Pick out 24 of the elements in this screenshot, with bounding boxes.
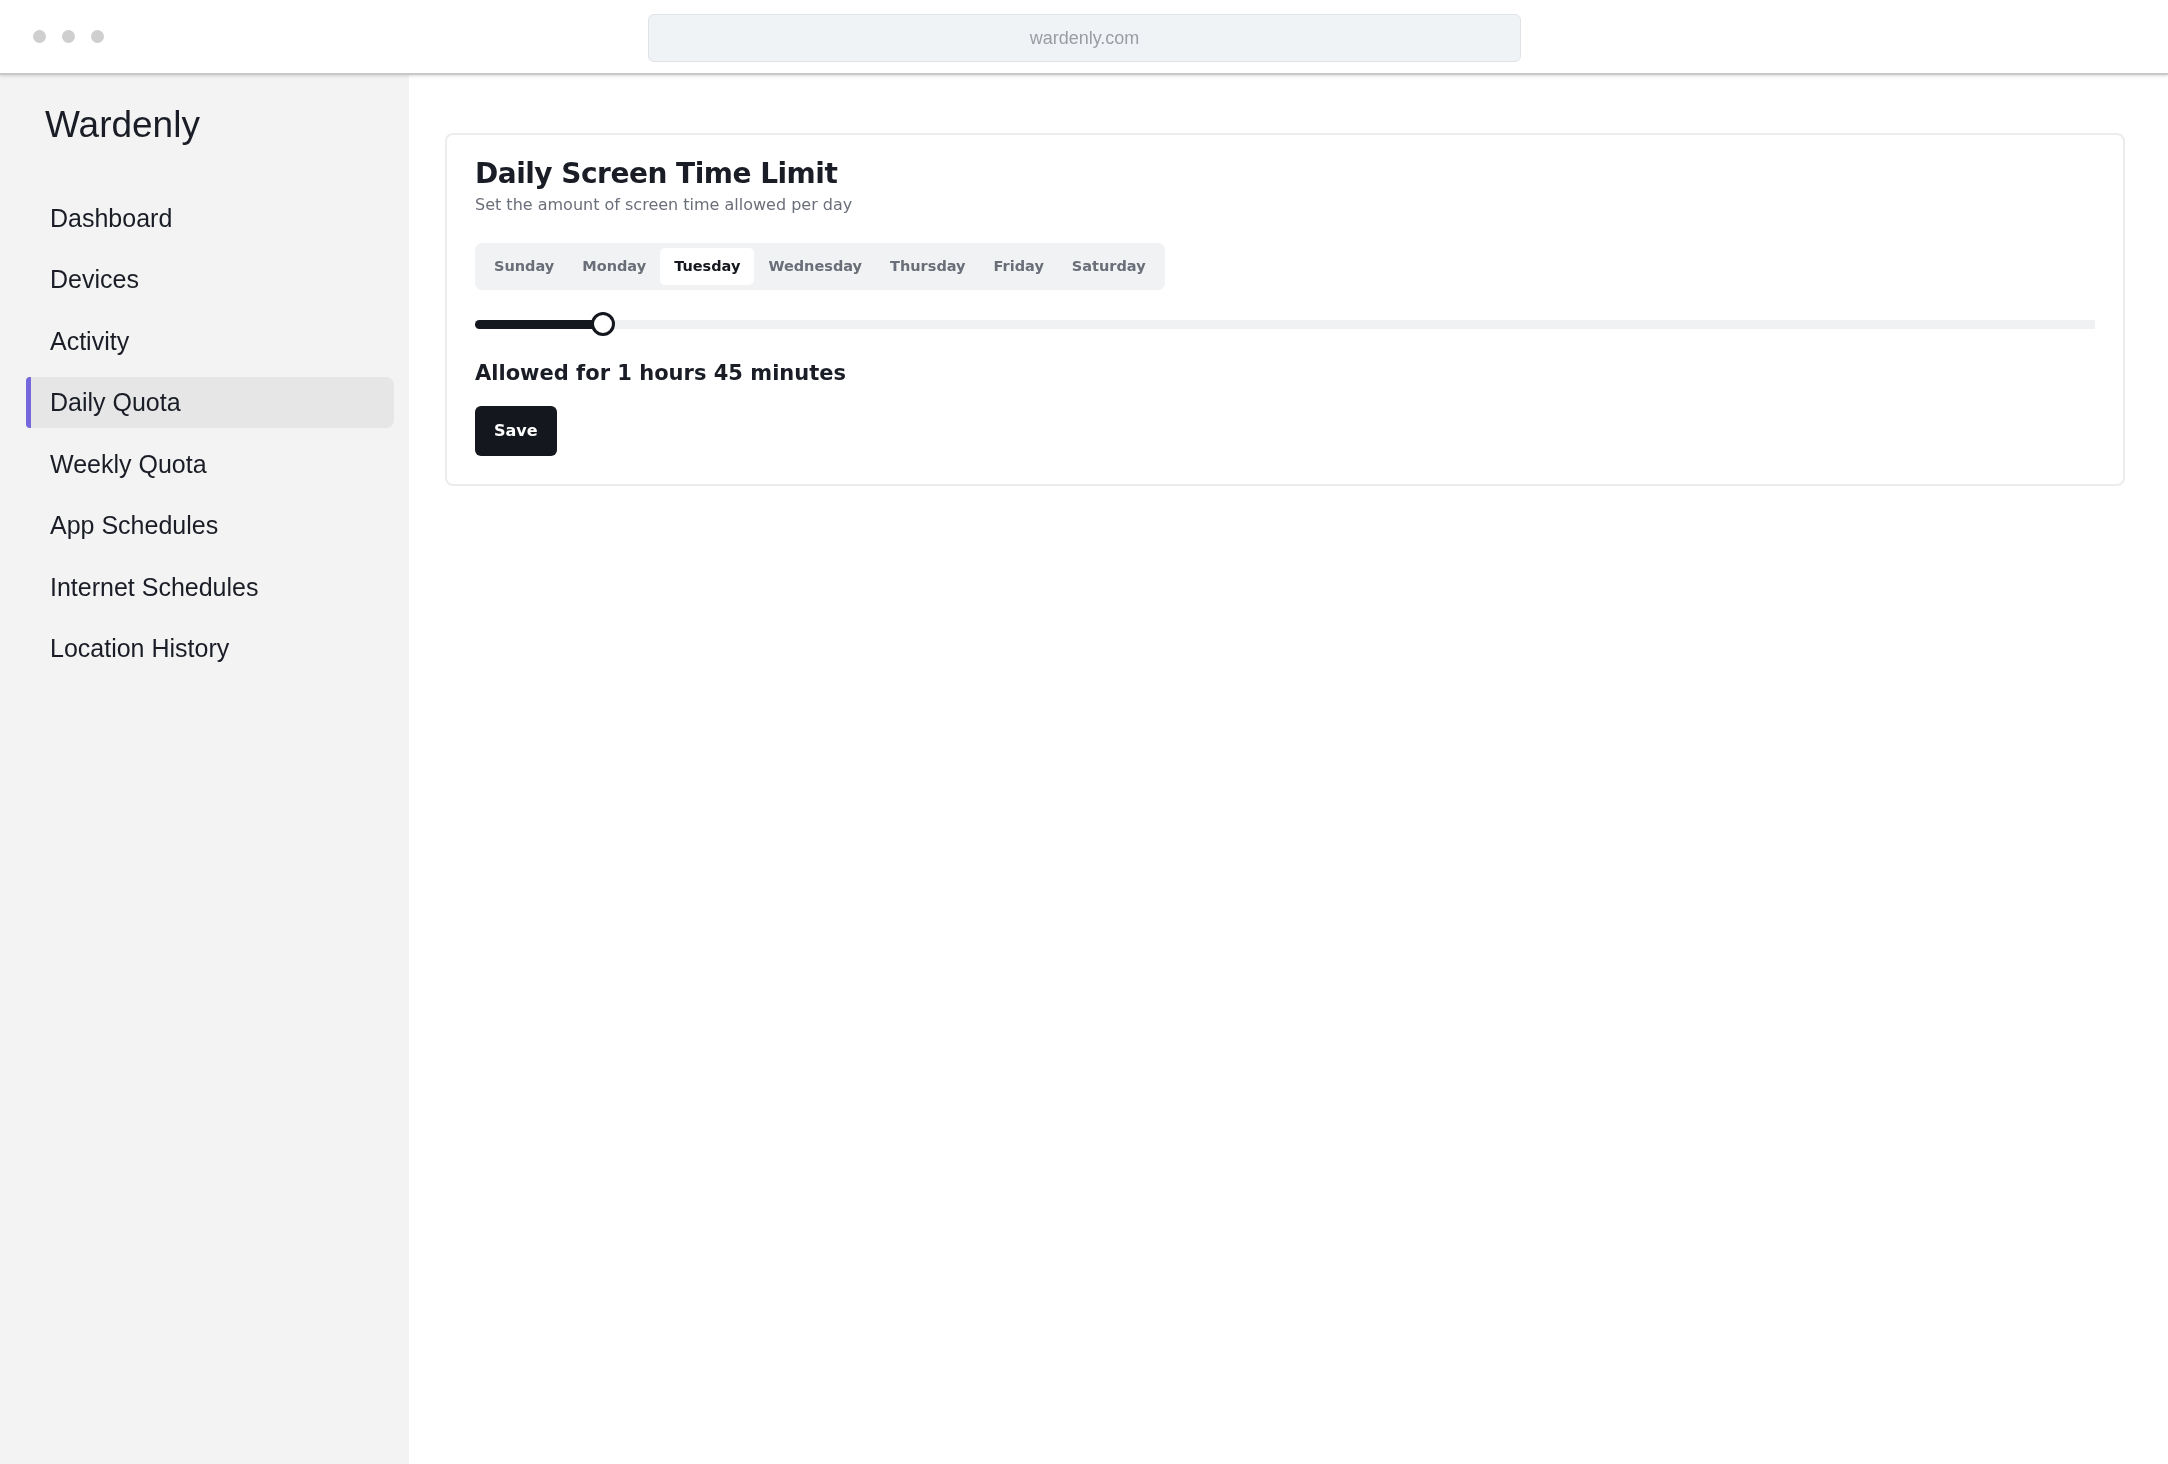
- window-control-icon[interactable]: [62, 30, 75, 43]
- day-tab[interactable]: Monday: [568, 247, 661, 286]
- sidebar-item[interactable]: Location History: [26, 623, 394, 674]
- day-tab[interactable]: Friday: [979, 247, 1058, 286]
- window-control-icon[interactable]: [33, 30, 46, 43]
- card-title: Daily Screen Time Limit: [475, 157, 839, 191]
- sidebar-item[interactable]: Dashboard: [26, 192, 394, 244]
- slider-thumb[interactable]: [590, 312, 615, 337]
- day-tab[interactable]: Tuesday: [660, 247, 755, 286]
- sidebar-item[interactable]: Daily Quota: [26, 377, 394, 428]
- card-subtitle: Set the amount of screen time allowed per day: [475, 193, 854, 216]
- sidebar-item[interactable]: Activity: [26, 315, 394, 367]
- sidebar-item[interactable]: Internet Schedules: [26, 561, 394, 613]
- sidebar-item[interactable]: Weekly Quota: [26, 438, 394, 490]
- app-logo: Wardenly: [44, 103, 201, 147]
- sidebar-item[interactable]: Devices: [26, 254, 394, 305]
- save-button[interactable]: Save: [475, 405, 557, 456]
- day-tab[interactable]: Thursday: [876, 247, 980, 286]
- day-tab[interactable]: Wednesday: [754, 247, 877, 286]
- day-tab[interactable]: Sunday: [480, 247, 569, 286]
- sidebar-item[interactable]: App Schedules: [26, 500, 394, 551]
- allowed-time-text: Allowed for 1 hours 45 minutes: [475, 360, 847, 388]
- day-tab[interactable]: Saturday: [1057, 247, 1160, 286]
- window-control-icon[interactable]: [91, 30, 104, 43]
